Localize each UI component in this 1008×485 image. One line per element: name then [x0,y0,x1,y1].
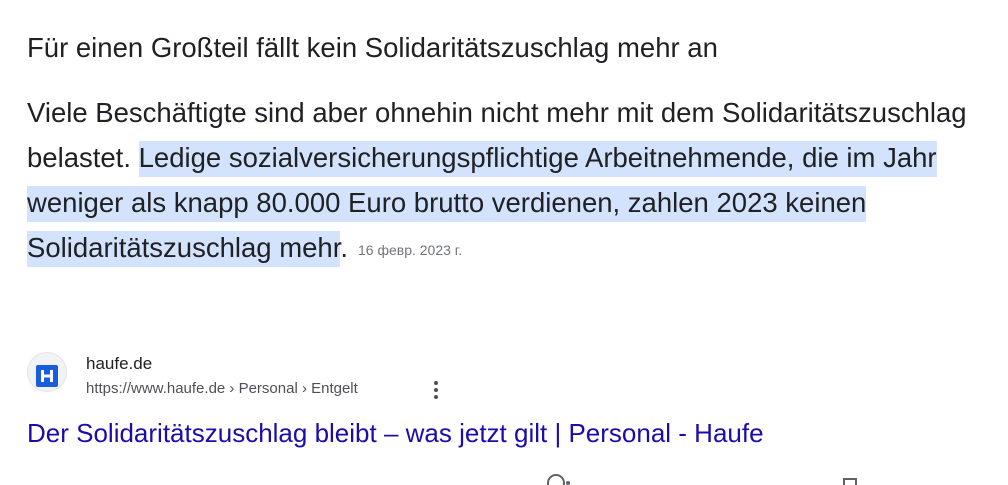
site-name[interactable]: haufe.de [86,353,152,375]
snippet-date: 16 февр. 2023 г. [358,242,463,258]
snippet-text-end: . [340,232,348,263]
snippet-highlighted-text: Ledige sozialversicherungspflichtige Arb… [27,141,937,267]
feedback-icon[interactable] [842,473,866,485]
footer-icons [0,473,1008,485]
favicon-container[interactable] [27,352,67,392]
snippet-heading: Für einen Großteil fällt kein Solidaritä… [27,32,718,63]
more-vert-icon[interactable] [427,378,445,402]
result-title-link[interactable]: Der Solidaritätszuschlag bleibt – was je… [27,415,764,451]
site-url-breadcrumb[interactable]: https://www.haufe.de › Personal › Entgel… [86,379,358,399]
haufe-h-icon [36,365,58,387]
help-icon[interactable] [546,473,570,485]
snippet-body: Viele Beschäftigte sind aber ohnehin nic… [27,90,987,273]
search-result-source[interactable]: haufe.de https://www.haufe.de › Personal… [27,350,627,406]
